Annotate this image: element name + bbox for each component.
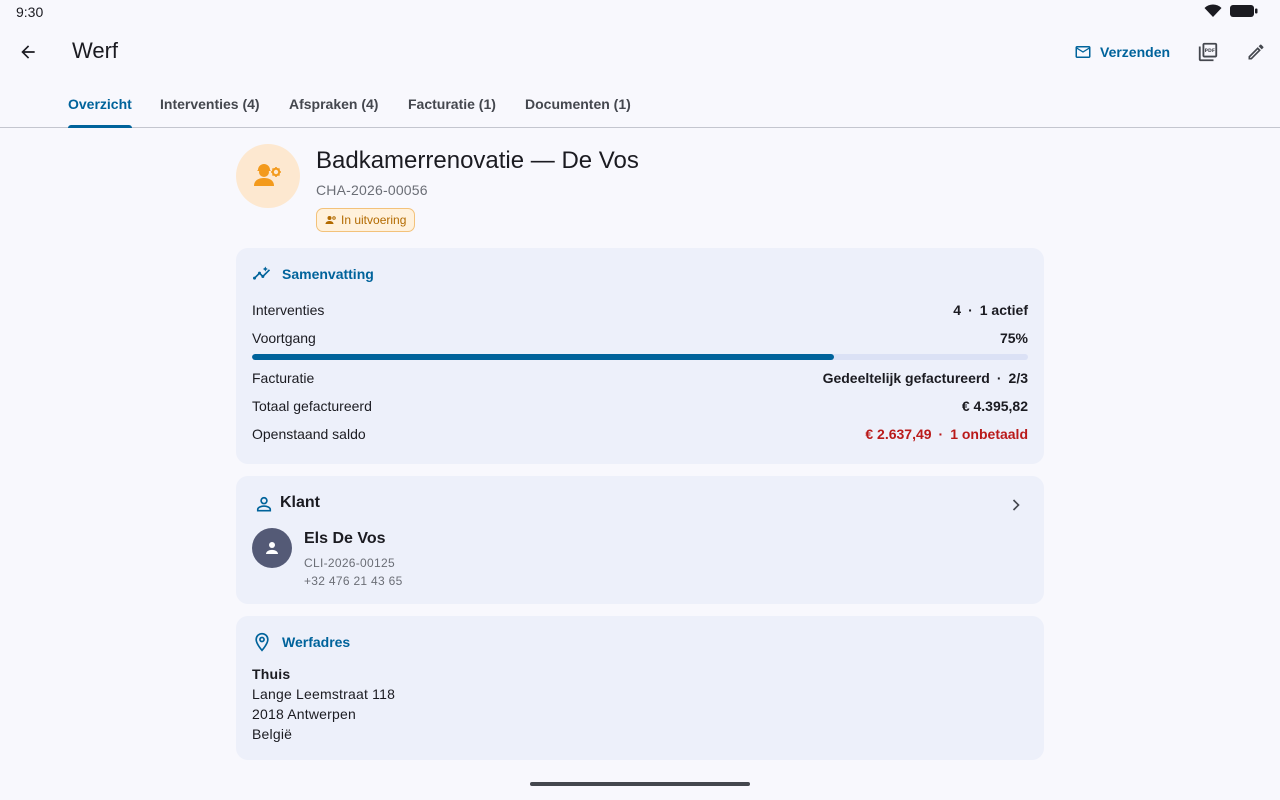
tab-interventies[interactable]: Interventies (4) <box>160 80 260 127</box>
mail-icon <box>1075 46 1091 58</box>
progress-value: 75% <box>999 330 1028 346</box>
billing-label: Facturatie <box>252 370 315 386</box>
interventions-label: Interventies <box>252 302 325 318</box>
address-card: Werfadres Thuis Lange Leemstraat 118 201… <box>236 616 1044 760</box>
address-street: Lange Leemstraat 118 <box>252 686 396 702</box>
progress-bar-fill <box>252 354 834 360</box>
total-invoiced-value: € 4.395,82 <box>961 398 1028 414</box>
interventions-row: Interventies 4 · 1 actief <box>252 300 1028 320</box>
billing-row: Facturatie Gedeeltelijk gefactureerd · 2/3 <box>252 368 1028 388</box>
billing-value: Gedeeltelijk gefactureerd · 2/3 <box>822 370 1028 386</box>
client-phone: +32 476 21 43 65 <box>304 574 403 588</box>
person-filled-icon <box>266 542 278 554</box>
tab-afspraken[interactable]: Afspraken (4) <box>289 80 378 127</box>
worker-icon <box>325 216 336 224</box>
client-card[interactable]: Klant Els De Vos CLI-2026-00125 +32 476 … <box>236 476 1044 604</box>
status-badge: In uitvoering <box>316 208 416 232</box>
interventions-value: 4 · 1 actief <box>953 302 1028 318</box>
chevron-right-icon <box>1004 493 1028 517</box>
pencil-icon <box>1248 44 1264 60</box>
total-invoiced-row: Totaal gefactureerd € 4.395,82 <box>252 396 1028 416</box>
status-bar: 9:30 <box>0 0 1280 24</box>
engineer-icon <box>254 164 281 186</box>
address-name: Thuis <box>252 666 291 682</box>
interventions-active: 1 actief <box>979 302 1028 318</box>
project-title: Badkamerrenovatie — De Vos <box>316 147 639 174</box>
location-pin-icon <box>255 632 269 652</box>
tab-bar: Overzicht Interventies (4) Afspraken (4)… <box>0 80 1280 128</box>
edit-button[interactable] <box>1238 32 1274 72</box>
outstanding-label: Openstaand saldo <box>252 426 366 442</box>
battery-icon <box>1230 5 1258 17</box>
home-indicator[interactable] <box>530 782 750 786</box>
progress-label: Voortgang <box>252 330 316 346</box>
wifi-icon <box>1204 4 1222 17</box>
pdf-icon: PDF <box>1198 42 1218 62</box>
send-button[interactable]: Verzenden <box>1066 34 1178 70</box>
billing-ratio: 2/3 <box>1008 370 1028 386</box>
summary-card: Samenvatting Interventies 4 · 1 actief Voo… <box>236 248 1044 464</box>
person-icon <box>256 496 272 512</box>
outstanding-amount: € 2.637,49 <box>865 426 932 442</box>
outstanding-row: Openstaand saldo € 2.637,49 · 1 onbetaald <box>252 424 1028 444</box>
project-header: Badkamerrenovatie — De Vos CHA-2026-0005… <box>236 144 1044 236</box>
address-city: 2018 Antwerpen <box>252 706 356 722</box>
tab-overzicht[interactable]: Overzicht <box>68 80 132 128</box>
app-bar: Werf Verzenden PDF <box>0 24 1280 80</box>
interventions-count: 4 <box>953 302 962 318</box>
back-button[interactable] <box>12 28 44 76</box>
billing-status: Gedeeltelijk gefactureerd <box>822 370 990 386</box>
client-name: Els De Vos <box>304 530 386 547</box>
svg-text:PDF: PDF <box>1205 48 1215 54</box>
summary-heading: Samenvatting <box>282 266 374 282</box>
address-header: Werfadres <box>252 632 350 652</box>
address-country: België <box>252 726 293 742</box>
avatar <box>252 528 292 568</box>
send-label: Verzenden <box>1100 44 1171 60</box>
tab-facturatie[interactable]: Facturatie (1) <box>408 80 496 127</box>
project-avatar <box>236 144 300 208</box>
address-heading: Werfadres <box>282 634 351 650</box>
insights-icon <box>253 266 271 280</box>
progress-row: Voortgang 75% <box>252 328 1028 348</box>
outstanding-value: € 2.637,49 · 1 onbetaald <box>865 426 1028 442</box>
page-title: Werf <box>72 38 119 63</box>
status-badge-label: In uitvoering <box>341 213 407 227</box>
pdf-button[interactable]: PDF <box>1190 32 1226 72</box>
progress-bar <box>252 354 1028 360</box>
status-time: 9:30 <box>16 4 44 20</box>
project-reference: CHA-2026-00056 <box>316 182 428 198</box>
outstanding-unpaid: 1 onbetaald <box>950 426 1028 442</box>
client-reference: CLI-2026-00125 <box>304 556 395 570</box>
status-icons <box>1204 4 1258 18</box>
client-heading: Klant <box>280 494 320 511</box>
tab-documenten[interactable]: Documenten (1) <box>525 80 631 127</box>
total-invoiced-label: Totaal gefactureerd <box>252 398 372 414</box>
summary-header: Samenvatting <box>252 264 374 284</box>
arrow-left-icon <box>21 45 35 59</box>
